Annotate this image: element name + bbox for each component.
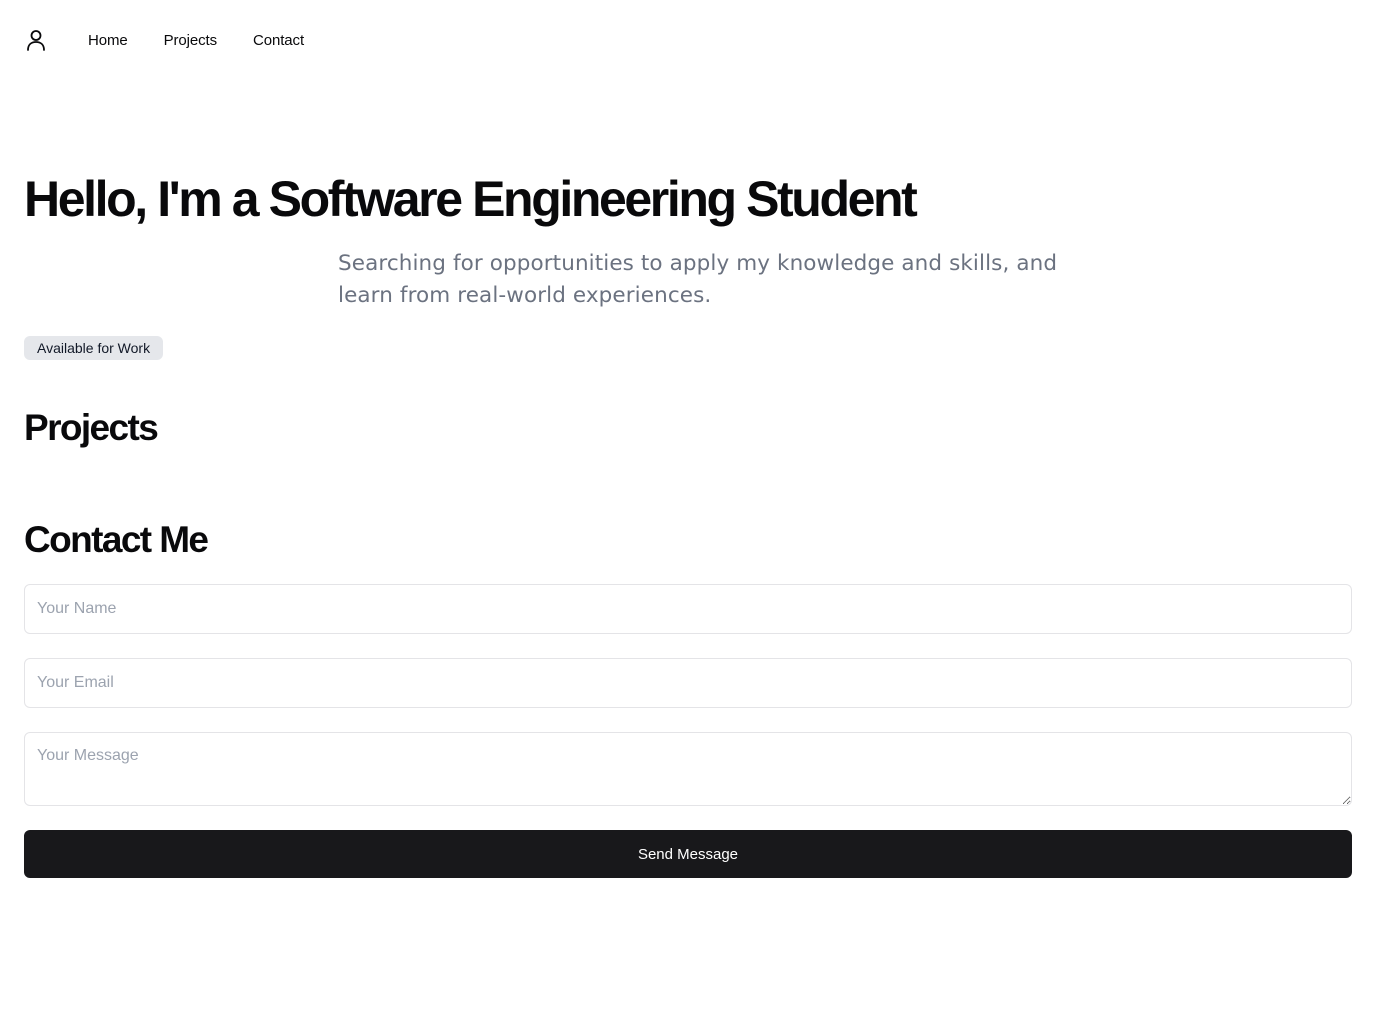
projects-heading: Projects bbox=[24, 407, 159, 448]
availability-badge: Available for Work bbox=[24, 336, 164, 360]
contact-heading: Contact Me bbox=[24, 519, 209, 560]
nav-link-contact[interactable]: Contact bbox=[253, 32, 304, 49]
message-textarea[interactable] bbox=[24, 732, 1352, 806]
user-icon[interactable] bbox=[24, 24, 48, 56]
nav-link-projects[interactable]: Projects bbox=[164, 32, 217, 49]
send-message-button[interactable]: Send Message bbox=[24, 830, 1352, 878]
hero-subtitle: Searching for opportunities to apply my … bbox=[338, 251, 1058, 308]
nav-link-home[interactable]: Home bbox=[88, 32, 128, 49]
top-navigation: Home Projects Contact bbox=[24, 24, 340, 56]
email-input[interactable] bbox=[24, 658, 1352, 708]
name-input[interactable] bbox=[24, 584, 1352, 634]
hero-title: Hello, I'm a Software Engineering Studen… bbox=[24, 171, 918, 227]
portfolio-page: Home Projects Contact Hello, I'm a Softw… bbox=[0, 0, 1376, 1022]
